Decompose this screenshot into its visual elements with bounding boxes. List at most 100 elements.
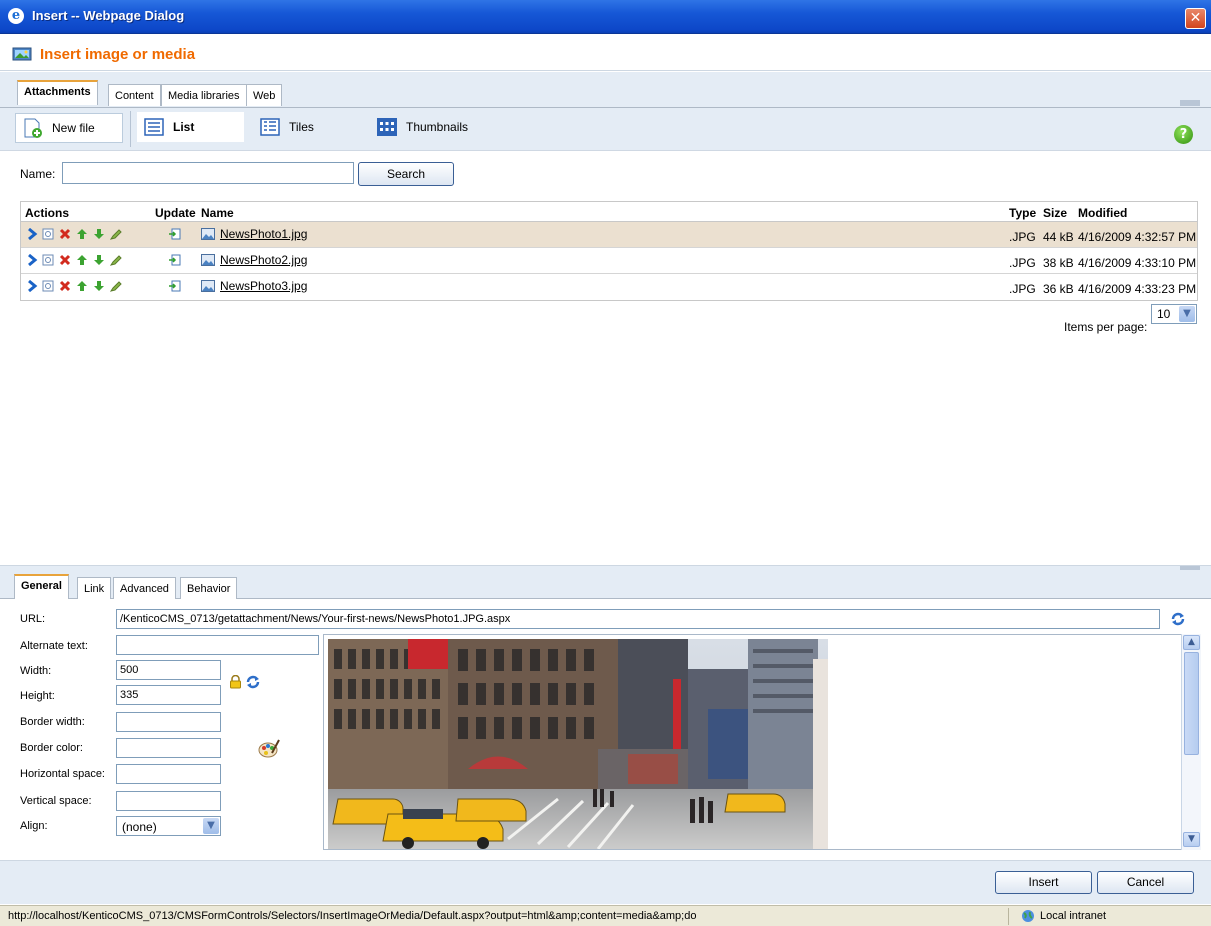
view-thumbnails-label: Thumbnails xyxy=(406,120,469,134)
align-value: (none) xyxy=(122,820,157,834)
image-preview xyxy=(323,634,1201,850)
view-icon[interactable] xyxy=(42,280,54,292)
scrollbar-thumb[interactable] xyxy=(1184,652,1199,755)
delete-icon[interactable] xyxy=(59,280,71,292)
edit-icon[interactable] xyxy=(110,228,122,240)
grid-header: Actions Update Name Type Size Modified xyxy=(21,202,1197,222)
move-down-icon[interactable] xyxy=(93,280,105,292)
image-file-icon xyxy=(201,254,215,266)
status-divider xyxy=(1008,908,1009,925)
col-modified[interactable]: Modified xyxy=(1078,206,1127,220)
select-arrow-icon[interactable] xyxy=(26,280,38,292)
col-size[interactable]: Size xyxy=(1043,206,1067,220)
col-update: Update xyxy=(155,206,196,220)
insert-button[interactable]: Insert xyxy=(995,871,1092,894)
window-title: Insert -- Webpage Dialog xyxy=(32,8,185,23)
refresh-url-icon[interactable] xyxy=(1170,611,1186,627)
file-name-link[interactable]: NewsPhoto1.jpg xyxy=(220,227,307,241)
search-button[interactable]: Search xyxy=(358,162,454,186)
delete-icon[interactable] xyxy=(59,254,71,266)
items-per-page-select[interactable]: 10 ▼ xyxy=(1151,304,1197,324)
move-down-icon[interactable] xyxy=(93,228,105,240)
tab-behavior[interactable]: Behavior xyxy=(180,577,238,599)
col-name[interactable]: Name xyxy=(201,206,234,220)
new-file-button[interactable]: New file xyxy=(15,113,123,143)
tab-media-libraries[interactable]: Media libraries xyxy=(161,84,247,106)
tab-advanced[interactable]: Advanced xyxy=(113,577,176,599)
horizontal-space-field[interactable] xyxy=(116,764,221,784)
collapse-up-icon[interactable] xyxy=(1180,100,1200,106)
width-label: Width: xyxy=(20,665,52,677)
move-down-icon[interactable] xyxy=(93,254,105,266)
border-width-label: Border width: xyxy=(20,716,85,728)
view-icon[interactable] xyxy=(42,254,54,266)
width-field[interactable]: 500 xyxy=(116,660,221,680)
image-file-icon xyxy=(201,280,215,292)
border-color-field[interactable] xyxy=(116,738,221,758)
move-up-icon[interactable] xyxy=(76,254,88,266)
help-icon[interactable]: ? xyxy=(1174,125,1193,144)
edit-icon[interactable] xyxy=(110,280,122,292)
preview-scrollbar[interactable]: ▲ ▼ xyxy=(1181,634,1201,850)
file-modified: 4/16/2009 4:33:10 PM xyxy=(1078,256,1197,270)
select-arrow-icon[interactable] xyxy=(26,254,38,266)
scroll-down-icon[interactable]: ▼ xyxy=(1183,832,1200,847)
dialog-title: Insert image or media xyxy=(40,46,196,63)
height-field[interactable]: 335 xyxy=(116,685,221,705)
align-select[interactable]: (none) ▼ xyxy=(116,816,221,836)
vertical-space-label: Vertical space: xyxy=(20,795,92,807)
move-up-icon[interactable] xyxy=(76,280,88,292)
border-width-field[interactable] xyxy=(116,712,221,732)
view-tiles-button[interactable]: Tiles xyxy=(253,112,353,142)
attachments-grid: Actions Update Name Type Size Modified N… xyxy=(20,201,1198,301)
edit-icon[interactable] xyxy=(110,254,122,266)
table-row[interactable]: NewsPhoto1.jpg .JPG 44 kB 4/16/2009 4:32… xyxy=(21,222,1197,248)
file-size: 38 kB xyxy=(1043,256,1074,270)
update-file-icon[interactable] xyxy=(169,280,181,292)
lock-aspect-icon[interactable] xyxy=(229,675,242,689)
window-titlebar: e Insert -- Webpage Dialog ✕ xyxy=(0,0,1211,34)
source-tabs: Attachments Content Media libraries Web xyxy=(0,72,1211,108)
vertical-space-field[interactable] xyxy=(116,791,221,811)
tab-web[interactable]: Web xyxy=(246,84,283,106)
alt-text-field[interactable] xyxy=(116,635,319,655)
name-label: Name: xyxy=(20,167,56,181)
thumbnails-icon xyxy=(377,118,397,136)
horizontal-space-label: Horizontal space: xyxy=(20,768,105,780)
reset-size-icon[interactable] xyxy=(245,674,261,690)
tab-content[interactable]: Content xyxy=(108,84,161,106)
tab-general[interactable]: General xyxy=(14,574,69,599)
intranet-globe-icon xyxy=(1022,910,1034,922)
toolbar-divider xyxy=(130,111,131,147)
url-field[interactable]: /KenticoCMS_0713/getattachment/News/Your… xyxy=(116,609,1160,629)
table-row[interactable]: NewsPhoto2.jpg .JPG 38 kB 4/16/2009 4:33… xyxy=(21,248,1197,274)
collapse-down-icon[interactable] xyxy=(1180,566,1200,570)
close-button[interactable]: ✕ xyxy=(1185,8,1206,29)
update-file-icon[interactable] xyxy=(169,254,181,266)
view-list-label: List xyxy=(173,120,195,134)
name-search-input[interactable] xyxy=(62,162,354,184)
view-icon[interactable] xyxy=(42,228,54,240)
chevron-down-icon: ▼ xyxy=(1179,306,1195,322)
ie-icon: e xyxy=(8,8,24,24)
scroll-up-icon[interactable]: ▲ xyxy=(1183,635,1200,650)
col-type[interactable]: Type xyxy=(1009,206,1036,220)
tab-link[interactable]: Link xyxy=(77,577,112,599)
table-row[interactable]: NewsPhoto3.jpg .JPG 36 kB 4/16/2009 4:33… xyxy=(21,274,1197,300)
file-size: 44 kB xyxy=(1043,230,1074,244)
update-file-icon[interactable] xyxy=(169,228,181,240)
view-list-button[interactable]: List xyxy=(137,112,244,142)
file-name-link[interactable]: NewsPhoto3.jpg xyxy=(220,279,307,293)
preview-photo xyxy=(328,639,828,849)
dialog-header: Insert image or media xyxy=(0,35,1211,71)
delete-icon[interactable] xyxy=(59,228,71,240)
select-arrow-icon[interactable] xyxy=(26,228,38,240)
tab-attachments[interactable]: Attachments xyxy=(17,80,98,105)
view-thumbnails-button[interactable]: Thumbnails xyxy=(370,112,490,142)
color-picker-icon[interactable] xyxy=(258,737,280,759)
move-up-icon[interactable] xyxy=(76,228,88,240)
items-per-page-value: 10 xyxy=(1157,307,1171,321)
file-name-link[interactable]: NewsPhoto2.jpg xyxy=(220,253,307,267)
cancel-button[interactable]: Cancel xyxy=(1097,871,1194,894)
col-actions: Actions xyxy=(25,206,70,220)
